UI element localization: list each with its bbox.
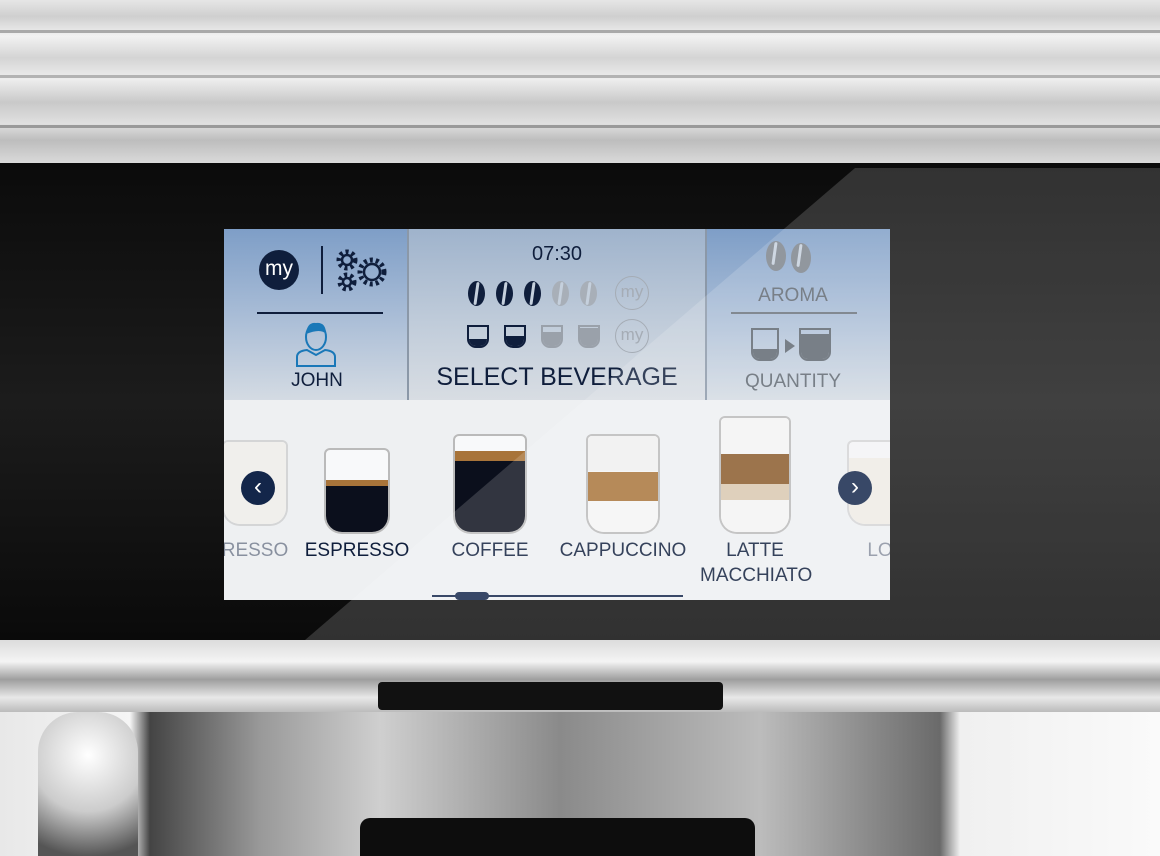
settings-shortcuts-panel: AROMA QUANTITY (707, 229, 880, 400)
chevron-right-icon[interactable]: › (838, 471, 872, 505)
beverage-label[interactable]: RESSO (224, 538, 288, 563)
aroma-bean-1[interactable] (468, 281, 485, 306)
aroma-bean-3[interactable] (524, 281, 541, 306)
profile-panel: my JOHN (237, 229, 407, 400)
touch-screen: my JOHN 07:30 my my SELECT BEVERAGE AROM… (224, 229, 890, 600)
steel-groove (0, 30, 1160, 33)
beverage-glass-image[interactable] (719, 416, 791, 534)
machine-top-steel (0, 0, 1160, 165)
quantity-cup-4[interactable] (578, 325, 600, 348)
beverage-glass-image[interactable] (453, 434, 527, 534)
my-profile-button[interactable]: my (259, 250, 299, 290)
gears-icon[interactable] (335, 249, 391, 293)
beverage-glass-image[interactable] (324, 448, 390, 534)
aroma-button[interactable]: AROMA (758, 285, 828, 307)
beverage-label[interactable]: LATTE MACCHIATO (700, 538, 812, 588)
clock: 07:30 (531, 243, 583, 265)
my-aroma-button[interactable]: my (615, 276, 649, 310)
chevron-left-icon[interactable]: ‹ (241, 471, 275, 505)
divider (731, 312, 857, 314)
dispenser-head (378, 682, 723, 710)
aroma-bean-5[interactable] (580, 281, 597, 306)
coffee-spout (360, 818, 755, 856)
aroma-bean-4[interactable] (552, 281, 569, 306)
beverage-label[interactable]: COFFEE (451, 538, 528, 563)
carousel-scrollbar-thumb[interactable] (455, 592, 489, 600)
status-header: my JOHN 07:30 my my SELECT BEVERAGE AROM… (224, 229, 890, 400)
beverage-carousel: RESSO ESPRESSO COFFEE CAPPUCCINO LATTE MACCH… (224, 400, 890, 600)
my-quantity-button[interactable]: my (615, 319, 649, 353)
main-status-panel: 07:30 my my SELECT BEVERAGE (407, 229, 707, 400)
arrow-right-icon (785, 339, 795, 353)
user-icon[interactable] (295, 319, 337, 367)
divider (321, 246, 323, 294)
cup-size-icon[interactable] (799, 328, 831, 361)
beverage-glass-image[interactable] (586, 434, 660, 534)
page-title: SELECT BEVERAGE (436, 363, 678, 391)
steel-groove (0, 75, 1160, 78)
aroma-bean-2[interactable] (496, 281, 513, 306)
quantity-cup-1[interactable] (467, 325, 489, 348)
quantity-button[interactable]: QUANTITY (745, 371, 841, 393)
quantity-cup-3[interactable] (541, 325, 563, 348)
divider (257, 312, 383, 314)
coffee-beans-icon[interactable] (766, 241, 786, 271)
quantity-cup-2[interactable] (504, 325, 526, 348)
steel-groove (0, 125, 1160, 128)
beverage-label[interactable]: LO (867, 538, 890, 563)
cup-size-icon[interactable] (751, 328, 779, 361)
user-name[interactable]: JOHN (291, 370, 343, 392)
beverage-label[interactable]: ESPRESSO (305, 538, 410, 563)
coffee-beans-icon[interactable] (791, 243, 811, 273)
beverage-label[interactable]: CAPPUCCINO (560, 538, 687, 563)
steam-knob[interactable] (38, 712, 138, 856)
